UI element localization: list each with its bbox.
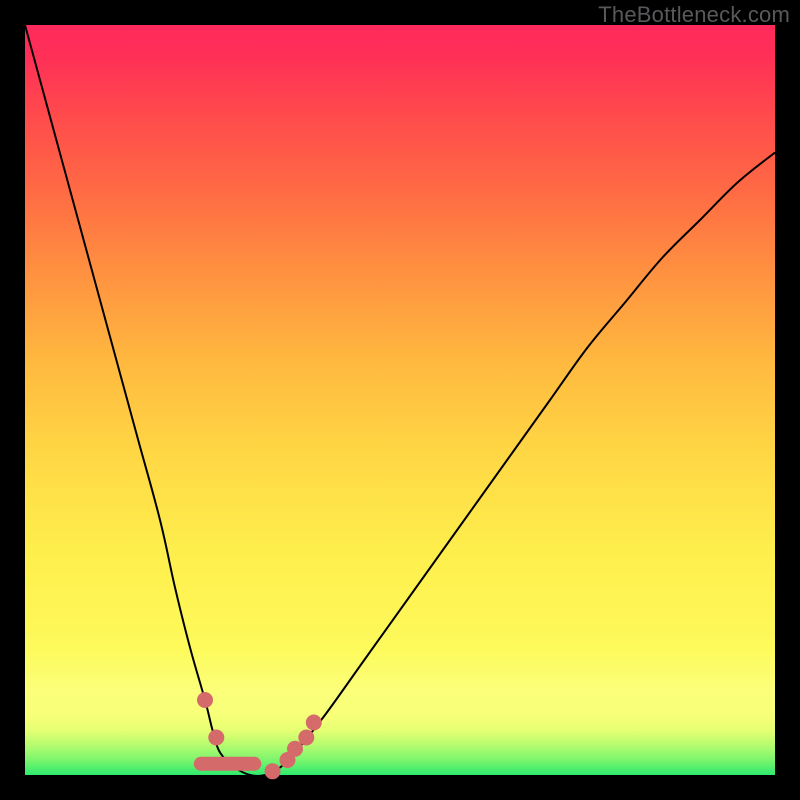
bottleneck-curve: [25, 25, 775, 776]
marker-group: [194, 692, 322, 779]
watermark-text: TheBottleneck.com: [598, 2, 790, 28]
marker-dot: [287, 741, 303, 757]
plot-area: [25, 25, 775, 775]
marker-dot: [265, 763, 281, 779]
chart-svg: [25, 25, 775, 775]
marker-dot: [197, 692, 213, 708]
marker-dot: [306, 715, 322, 731]
marker-pill: [194, 757, 261, 771]
chart-frame: TheBottleneck.com: [0, 0, 800, 800]
marker-dot: [298, 730, 314, 746]
marker-dot: [208, 730, 224, 746]
